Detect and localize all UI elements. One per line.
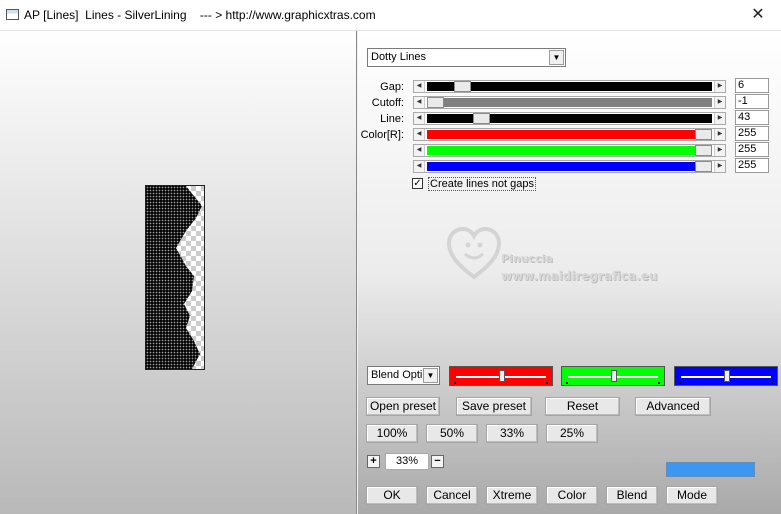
line-label: Line:: [380, 113, 404, 125]
tick-mark: [566, 382, 568, 384]
create-lines-checkbox[interactable]: ✓: [412, 178, 423, 189]
gap-label: Gap:: [380, 81, 404, 93]
scroll-left-icon[interactable]: ◀: [414, 161, 425, 172]
cutoff-value[interactable]: -1: [735, 94, 769, 109]
xtreme-button[interactable]: Xtreme: [486, 486, 538, 505]
app-icon: [6, 9, 19, 20]
blend-options-value: Blend Opti: [371, 369, 423, 381]
effect-dropdown-value: Dotty Lines: [371, 51, 427, 63]
line-slider[interactable]: ◀ ▶: [413, 112, 726, 125]
zoom-level-field[interactable]: 33%: [385, 453, 429, 470]
red-slider-track[interactable]: [427, 129, 712, 140]
scroll-left-icon[interactable]: ◀: [414, 145, 425, 156]
zoom-in-button[interactable]: +: [367, 455, 380, 468]
scroll-right-icon[interactable]: ▶: [714, 81, 725, 92]
title-bar: AP [Lines] Lines - SilverLining --- > ht…: [0, 0, 781, 31]
cutoff-slider-thumb[interactable]: [427, 97, 444, 108]
blue-blend-swatch[interactable]: [674, 366, 778, 386]
gap-value[interactable]: 6: [735, 78, 769, 93]
scroll-right-icon[interactable]: ▶: [714, 129, 725, 140]
open-preset-button[interactable]: Open preset: [366, 397, 440, 416]
color-preview-bar[interactable]: [666, 462, 755, 477]
preview-pane[interactable]: [0, 31, 357, 514]
close-icon[interactable]: ✕: [743, 3, 773, 27]
tick-mark: [546, 382, 548, 384]
tick-mark: [771, 382, 773, 384]
blue-value[interactable]: 255: [735, 158, 769, 173]
ok-button[interactable]: OK: [366, 486, 418, 505]
advanced-button[interactable]: Advanced: [635, 397, 711, 416]
green-blend-knob[interactable]: [611, 370, 617, 382]
gap-slider-thumb[interactable]: [454, 81, 471, 92]
green-slider-fill: [427, 146, 695, 155]
green-slider-track[interactable]: [427, 145, 712, 156]
zoom-50-button[interactable]: 50%: [426, 424, 478, 443]
watermark: Pinuccia www.maidiregrafica.eu: [445, 225, 657, 286]
gap-slider[interactable]: ◀ ▶: [413, 80, 726, 93]
scroll-right-icon[interactable]: ▶: [714, 145, 725, 156]
cutoff-label: Cutoff:: [371, 97, 404, 109]
line-value[interactable]: 43: [735, 110, 769, 125]
zoom-100-button[interactable]: 100%: [366, 424, 418, 443]
line-slider-track[interactable]: [427, 113, 712, 124]
zoom-out-button[interactable]: −: [431, 455, 444, 468]
effect-dropdown[interactable]: Dotty Lines ▼: [367, 48, 566, 67]
dotted-mountain-shape: [146, 186, 202, 369]
line-slider-thumb[interactable]: [473, 113, 490, 124]
watermark-url: www.maidiregrafica.eu: [501, 269, 658, 283]
blue-blend-knob[interactable]: [724, 370, 730, 382]
watermark-name: Pinuccia: [501, 252, 553, 265]
cutoff-slider-fill: [444, 98, 712, 107]
scroll-left-icon[interactable]: ◀: [414, 97, 425, 108]
chevron-down-icon[interactable]: ▼: [549, 50, 564, 65]
red-blend-swatch[interactable]: [449, 366, 553, 386]
blend-options-dropdown[interactable]: Blend Opti ▼: [367, 366, 440, 385]
tick-mark: [658, 382, 660, 384]
gap-slider-track[interactable]: [427, 81, 712, 92]
cutoff-slider[interactable]: ◀ ▶: [413, 96, 726, 109]
green-value[interactable]: 255: [735, 142, 769, 157]
mode-button[interactable]: Mode: [666, 486, 718, 505]
blue-slider-track[interactable]: [427, 161, 712, 172]
red-slider[interactable]: ◀ ▶: [413, 128, 726, 141]
color-button[interactable]: Color: [546, 486, 598, 505]
zoom-25-button[interactable]: 25%: [546, 424, 598, 443]
heart-logo-icon: [446, 226, 502, 280]
reset-button[interactable]: Reset: [545, 397, 620, 416]
red-value[interactable]: 255: [735, 126, 769, 141]
tick-mark: [454, 382, 456, 384]
scroll-left-icon[interactable]: ◀: [414, 81, 425, 92]
green-slider[interactable]: ◀ ▶: [413, 144, 726, 157]
blue-slider[interactable]: ◀ ▶: [413, 160, 726, 173]
blend-button[interactable]: Blend: [606, 486, 658, 505]
green-blend-swatch[interactable]: [561, 366, 665, 386]
blue-slider-fill: [427, 162, 695, 171]
save-preset-button[interactable]: Save preset: [456, 397, 532, 416]
cutoff-slider-track[interactable]: [427, 97, 712, 108]
scroll-right-icon[interactable]: ▶: [714, 97, 725, 108]
cancel-button[interactable]: Cancel: [426, 486, 478, 505]
zoom-33-button[interactable]: 33%: [486, 424, 538, 443]
scroll-left-icon[interactable]: ◀: [414, 113, 425, 124]
preview-image: [145, 185, 205, 370]
red-slider-fill: [427, 130, 695, 139]
chevron-down-icon[interactable]: ▼: [423, 368, 438, 383]
red-slider-thumb[interactable]: [695, 129, 712, 140]
scroll-left-icon[interactable]: ◀: [414, 129, 425, 140]
scroll-right-icon[interactable]: ▶: [714, 161, 725, 172]
red-blend-knob[interactable]: [499, 370, 505, 382]
tick-mark: [679, 382, 681, 384]
green-slider-thumb[interactable]: [695, 145, 712, 156]
blue-slider-thumb[interactable]: [695, 161, 712, 172]
window-title: AP [Lines] Lines - SilverLining --- > ht…: [24, 8, 376, 22]
scroll-right-icon[interactable]: ▶: [714, 113, 725, 124]
line-slider-fill: [427, 114, 712, 123]
create-lines-label[interactable]: Create lines not gaps: [428, 177, 536, 191]
color-r-label: Color[R]:: [360, 129, 404, 141]
